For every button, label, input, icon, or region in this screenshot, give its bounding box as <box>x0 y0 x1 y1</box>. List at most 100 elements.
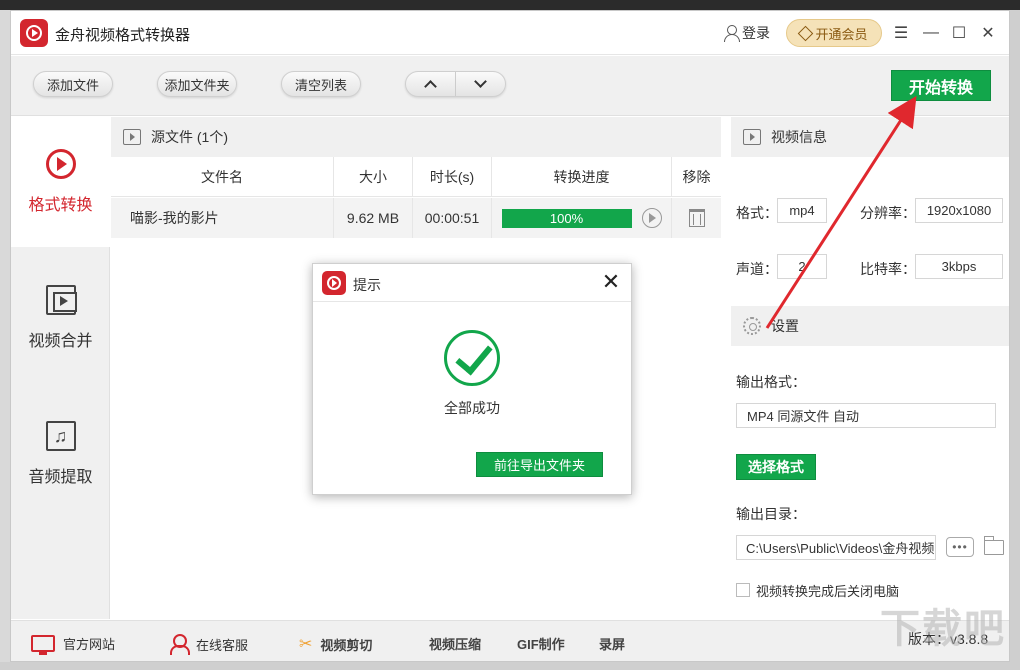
music-note-icon: ♫ <box>46 421 76 451</box>
shutdown-label: 视频转换完成后关闭电脑 <box>756 581 899 600</box>
column-header-size: 大小 <box>334 157 413 197</box>
minimize-icon[interactable]: — <box>919 21 943 45</box>
dialog-close-icon[interactable]: ✕ <box>600 272 622 294</box>
sidebar-item-label: 格式转换 <box>28 191 92 215</box>
trash-icon[interactable] <box>689 209 705 227</box>
success-message: 全部成功 <box>313 398 631 418</box>
format-value: mp4 <box>777 198 827 223</box>
login-button[interactable]: 登录 <box>724 23 770 43</box>
gif-maker-link[interactable]: GIF制作 <box>517 634 565 653</box>
table-row-duration: 00:00:51 <box>413 198 492 238</box>
video-info-icon <box>743 129 761 145</box>
video-merge-icon <box>46 285 76 315</box>
official-website-link[interactable]: 官方网站 <box>31 634 115 653</box>
bitrate-label: 比特率： <box>860 259 916 279</box>
video-info-title: 视频信息 <box>771 127 827 147</box>
login-label: 登录 <box>742 23 770 43</box>
column-header-progress: 转换进度 <box>492 157 672 197</box>
column-header-remove: 移除 <box>672 157 721 197</box>
move-buttons <box>405 71 506 97</box>
app-logo-icon <box>20 19 48 47</box>
maximize-icon[interactable]: ☐ <box>947 21 971 45</box>
monitor-icon <box>31 635 55 652</box>
output-dir-label: 输出目录： <box>736 504 806 524</box>
desktop-background-top <box>0 0 1020 10</box>
sidebar: 格式转换 视频合并 ♫ 音频提取 <box>11 117 110 619</box>
footer: 官方网站 在线客服 ✂ 视频剪切 视频压缩 GIF制作 录屏 <box>11 620 1010 662</box>
user-icon <box>724 25 738 41</box>
channels-label: 声道： <box>736 259 778 279</box>
table-row-filename[interactable]: 喵影-我的影片 <box>111 198 334 238</box>
online-support-label: 在线客服 <box>196 635 248 654</box>
video-info-header: 视频信息 <box>731 117 1010 157</box>
move-up-button[interactable] <box>406 72 456 96</box>
open-output-folder-button[interactable]: 前往导出文件夹 <box>476 452 603 477</box>
watermark: 下载吧 <box>880 596 1006 654</box>
add-file-button[interactable]: 添加文件 <box>33 71 113 97</box>
resolution-value: 1920x1080 <box>915 198 1003 223</box>
sidebar-item-audio-extract[interactable]: ♫ 音频提取 <box>11 389 110 519</box>
sidebar-item-label: 视频合并 <box>28 327 92 351</box>
success-dialog: 提示 ✕ 全部成功 前往导出文件夹 <box>312 263 632 495</box>
app-title: 金舟视频格式转换器 <box>55 24 190 45</box>
settings-title: 设置 <box>771 316 799 336</box>
online-support-link[interactable]: 在线客服 <box>170 634 248 654</box>
sidebar-item-video-merge[interactable]: 视频合并 <box>11 253 110 383</box>
column-header-filename: 文件名 <box>111 157 334 197</box>
chevron-down-icon <box>474 75 487 88</box>
toolbar: 添加文件 添加文件夹 清空列表 开始转换 <box>11 56 1009 116</box>
clear-list-button[interactable]: 清空列表 <box>281 71 361 97</box>
shutdown-checkbox[interactable] <box>736 583 750 597</box>
film-icon <box>123 129 141 145</box>
video-cut-link[interactable]: ✂ 视频剪切 <box>299 634 372 654</box>
gear-icon <box>743 317 761 335</box>
screen-record-link[interactable]: 录屏 <box>599 634 625 653</box>
source-files-title: 源文件 (1个) <box>151 127 228 147</box>
dialog-logo-icon <box>322 271 346 295</box>
video-compress-link[interactable]: 视频压缩 <box>429 634 481 653</box>
desktop-background-left <box>0 10 10 670</box>
start-convert-button[interactable]: 开始转换 <box>891 70 991 101</box>
dialog-header: 提示 ✕ <box>313 264 631 302</box>
app-window: 金舟视频格式转换器 登录 开通会员 ☰ — ☐ ✕ 添加文件 添加文件夹 清空列… <box>10 10 1010 662</box>
menu-icon[interactable]: ☰ <box>889 21 913 45</box>
progress-bar: 100% <box>502 209 632 228</box>
checkmark-icon <box>444 330 500 386</box>
scissors-icon: ✂ <box>299 634 312 654</box>
convert-icon <box>46 149 76 179</box>
choose-format-button[interactable]: 选择格式 <box>736 454 816 480</box>
table-row-remove <box>672 198 721 238</box>
format-label: 格式： <box>736 203 778 223</box>
vip-button[interactable]: 开通会员 <box>786 19 882 47</box>
official-website-label: 官方网站 <box>63 634 115 653</box>
close-icon[interactable]: ✕ <box>976 21 1000 45</box>
move-down-button[interactable] <box>456 72 505 96</box>
channels-value: 2 <box>777 254 827 279</box>
source-files-header: 源文件 (1个) <box>111 117 721 157</box>
video-cut-label: 视频剪切 <box>320 635 372 654</box>
folder-icon[interactable] <box>984 540 1004 555</box>
column-header-duration: 时长(s) <box>413 157 492 197</box>
bitrate-value: 3kbps <box>915 254 1003 279</box>
table-row-progress: 100% <box>492 198 672 238</box>
dialog-title: 提示 <box>353 275 381 295</box>
play-icon[interactable] <box>642 208 662 228</box>
chevron-up-icon <box>424 80 437 93</box>
sidebar-item-label: 音频提取 <box>28 463 92 487</box>
desktop-background-bottom <box>0 662 1020 670</box>
output-format-label: 输出格式： <box>736 372 806 392</box>
add-folder-button[interactable]: 添加文件夹 <box>157 71 237 97</box>
resolution-label: 分辨率： <box>860 203 916 223</box>
output-dir-field[interactable]: C:\Users\Public\Videos\金舟视频 <box>736 535 936 560</box>
vip-label: 开通会员 <box>815 24 867 43</box>
right-panel: 视频信息 格式： mp4 分辨率： 1920x1080 声道： 2 比特率： 3… <box>731 117 1010 619</box>
title-bar: 金舟视频格式转换器 登录 开通会员 ☰ — ☐ ✕ <box>11 11 1009 55</box>
settings-header: 设置 <box>731 306 1010 346</box>
table-row-size: 9.62 MB <box>334 198 413 238</box>
customer-service-icon <box>170 634 188 654</box>
output-format-field[interactable]: MP4 同源文件 自动 <box>736 403 996 428</box>
diamond-icon <box>798 25 814 41</box>
sidebar-item-format-convert[interactable]: 格式转换 <box>11 117 110 247</box>
browse-more-button[interactable]: ••• <box>946 537 974 557</box>
desktop-background-right <box>1010 10 1020 670</box>
